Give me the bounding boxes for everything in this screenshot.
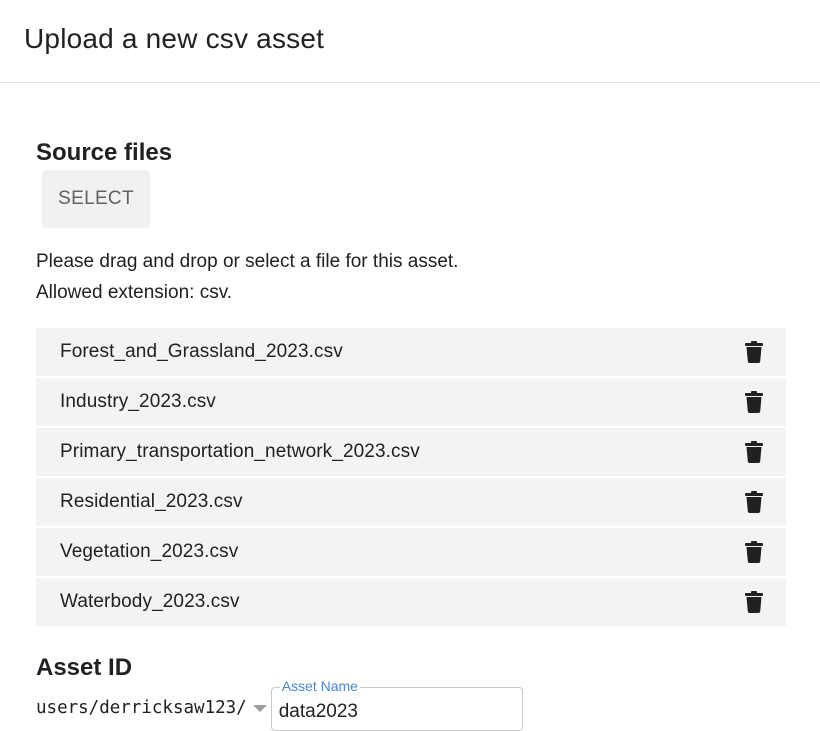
chevron-down-icon <box>252 704 267 712</box>
delete-file-icon[interactable] <box>740 438 768 466</box>
delete-file-icon[interactable] <box>740 488 768 516</box>
delete-file-icon[interactable] <box>740 338 768 366</box>
asset-id-row: users/derricksaw123/ Asset Name <box>36 678 786 731</box>
source-files-heading: Source files <box>36 139 173 166</box>
delete-file-icon[interactable] <box>740 388 768 416</box>
asset-name-field: Asset Name <box>270 678 523 731</box>
file-row: Forest_and_Grassland_2023.csv <box>36 328 786 376</box>
file-name: Vegetation_2023.csv <box>60 541 239 562</box>
asset-name-label: Asset Name <box>279 678 360 694</box>
upload-help-text: Please drag and drop or select a file fo… <box>36 246 786 308</box>
asset-id-heading: Asset ID <box>36 654 133 681</box>
file-row: Industry_2023.csv <box>36 378 786 426</box>
asset-path-prefix: users/derricksaw123/ <box>36 698 247 718</box>
file-name: Industry_2023.csv <box>60 391 216 412</box>
file-list: Forest_and_Grassland_2023.csv Industry_2… <box>36 328 786 626</box>
help-allowed-extension-text: Allowed extension: csv. <box>36 282 233 303</box>
file-row: Primary_transportation_network_2023.csv <box>36 428 786 476</box>
file-row: Waterbody_2023.csv <box>36 578 786 626</box>
file-name: Waterbody_2023.csv <box>60 591 240 612</box>
dialog-header: Upload a new csv asset <box>0 0 820 83</box>
delete-file-icon[interactable] <box>740 538 768 566</box>
select-files-button[interactable]: SELECT <box>42 170 150 228</box>
delete-file-icon[interactable] <box>740 588 768 616</box>
file-row: Residential_2023.csv <box>36 478 786 526</box>
file-name: Forest_and_Grassland_2023.csv <box>60 341 343 362</box>
dialog-title: Upload a new csv asset <box>24 23 325 54</box>
asset-path-dropdown[interactable]: users/derricksaw123/ <box>36 693 271 723</box>
file-name: Residential_2023.csv <box>60 491 243 512</box>
dialog-content: Source files SELECT Please drag and drop… <box>36 138 786 731</box>
upload-dialog: Upload a new csv asset Source files SELE… <box>0 0 820 731</box>
asset-name-input[interactable] <box>271 688 522 730</box>
help-drag-drop-text: Please drag and drop or select a file fo… <box>36 251 459 272</box>
file-row: Vegetation_2023.csv <box>36 528 786 576</box>
file-name: Primary_transportation_network_2023.csv <box>60 441 420 462</box>
